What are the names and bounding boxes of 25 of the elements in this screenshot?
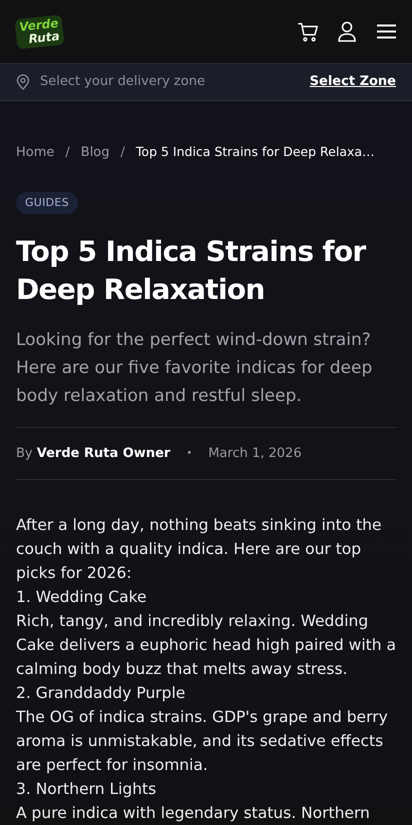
select-zone-link[interactable]: Select Zone [310, 72, 396, 92]
body-paragraph: Rich, tangy, and incredibly relaxing. Wedding Cake delivers a euphoric head high paired with a calming body buzz that melts away stress. [16, 611, 396, 680]
separator-dot: • [186, 447, 192, 461]
body-paragraph: A pure indica with legendary status. Northern [16, 803, 371, 824]
category-tag[interactable]: GUIDES [16, 192, 78, 214]
body-paragraph: After a long day, nothing beats sinking into the couch with a quality indica. Here are our top picks for 2026: [16, 515, 383, 584]
cart-icon[interactable] [297, 20, 319, 42]
byline: By Verde Ruta Owner [16, 444, 170, 463]
breadcrumb-separator: / [65, 144, 70, 162]
user-icon[interactable] [337, 20, 357, 42]
breadcrumb-separator: / [120, 144, 125, 162]
menu-icon[interactable] [377, 24, 396, 39]
article-title: Top 5 Indica Strains for Deep Relaxation [16, 234, 367, 308]
publish-date: March 1, 2026 [208, 444, 302, 463]
breadcrumb-current[interactable]: Top 5 Indica Strains for Deep Relaxa… [136, 143, 375, 162]
body-paragraph: 2. Granddaddy Purple [16, 683, 186, 704]
breadcrumb-link[interactable]: Home [16, 143, 54, 162]
logo[interactable]: Verde Ruta [14, 14, 65, 49]
body-paragraph: 1. Wedding Cake [16, 587, 148, 608]
body-paragraph: The OG of indica strains. GDP's grape and berry aroma is unmistakable, and its sedative effects are perfect for insomnia. [16, 707, 389, 776]
breadcrumb-link[interactable]: Blog [80, 143, 110, 162]
article-subtitle: Looking for the perfect wind-down strain? Here are our five favorite indicas for deep body relaxation and restful sleep. [16, 329, 374, 408]
delivery-zone-prompt: Select your delivery zone [40, 73, 206, 92]
body-paragraph: 3. Northern Lights [16, 779, 158, 800]
location-pin-icon [16, 74, 30, 90]
